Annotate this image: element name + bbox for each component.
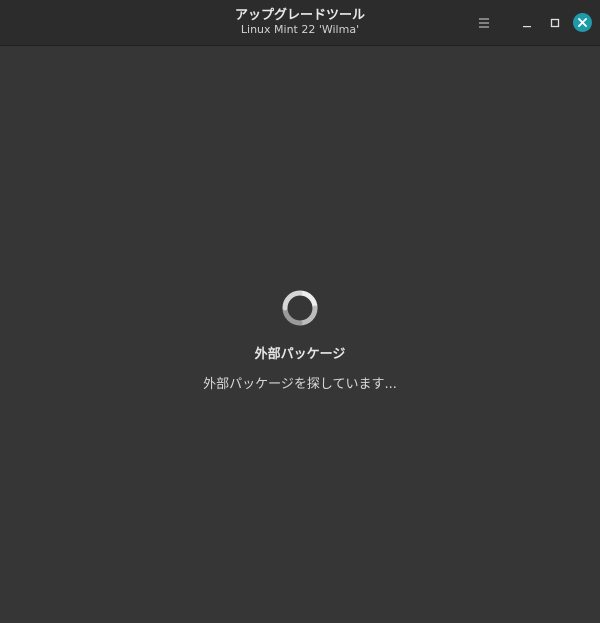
window-title: アップグレードツール [234,8,365,23]
close-button[interactable] [573,13,592,32]
maximize-icon [550,18,560,28]
hamburger-menu-icon [479,18,489,28]
status-message: 外部パッケージを探しています... [203,377,397,392]
minimize-button[interactable] [517,13,537,33]
status-heading: 外部パッケージ [254,347,346,362]
titlebar[interactable]: アップグレードツール Linux Mint 22 'Wilma' [0,0,600,46]
minimize-icon [523,26,531,28]
menu-button[interactable] [474,13,494,33]
close-icon [578,18,587,27]
maximize-button[interactable] [545,13,565,33]
main-content: 外部パッケージ 外部パッケージを探しています... [0,46,600,623]
window-subtitle: Linux Mint 22 'Wilma' [240,23,360,36]
upgrade-tool-window: アップグレードツール Linux Mint 22 'Wilma' 外部パッケージ… [0,0,600,623]
title-block: アップグレードツール Linux Mint 22 'Wilma' [0,8,600,37]
loading-spinner-icon [282,290,318,326]
